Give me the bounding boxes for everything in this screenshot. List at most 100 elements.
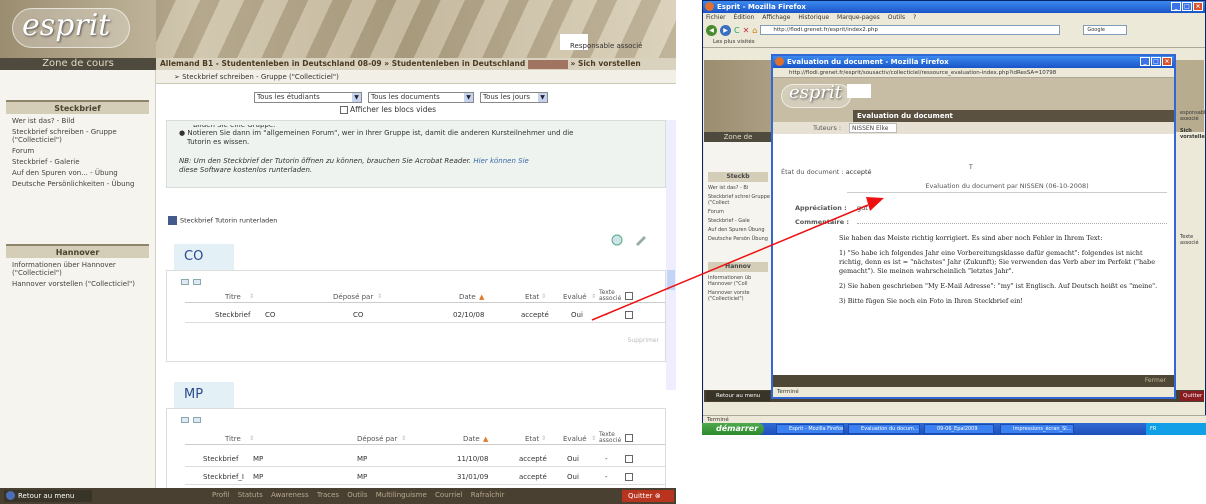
bookmark-most-visited[interactable]: Les plus visités	[713, 39, 755, 45]
reload-icon[interactable]: C	[734, 26, 740, 35]
acrobat-download-link[interactable]: Hier können Sie	[473, 157, 529, 165]
sidebar-item-auf-den-spuren[interactable]: Auf den Spuren von... - Übung	[12, 169, 155, 177]
minimize-button[interactable]: _	[1140, 57, 1150, 66]
col-depose[interactable]: Déposé par	[357, 435, 397, 443]
close-popup-button[interactable]: ×	[1162, 57, 1172, 66]
close-window-button[interactable]: ×	[1193, 2, 1203, 11]
sidebar-item-steckbrief-schreiben[interactable]: Steckbrief schreiben - Gruppe ("Collecti…	[12, 128, 155, 144]
documents-select[interactable]: Tous les documents ▼	[368, 92, 474, 103]
sidebar-item[interactable]: Steckbrief schrei Gruppe ("Collect	[708, 194, 772, 206]
menu-multilinguisme[interactable]: Multilinguisme	[376, 491, 427, 499]
group-tab-co[interactable]: CO	[174, 244, 234, 270]
menu-historique[interactable]: Historique	[798, 14, 829, 21]
row-checkbox[interactable]	[625, 311, 633, 319]
sidebar-item[interactable]: Auf den Spuren Übung	[708, 227, 772, 233]
sidebar-item-galerie[interactable]: Steckbrief - Galerie	[12, 158, 155, 166]
sidebar-item[interactable]: Informationen üb Hannover ("Coll	[708, 275, 772, 287]
menu-rafraichir[interactable]: Rafraîchir	[471, 491, 505, 499]
mail-icon[interactable]	[193, 417, 201, 423]
breadcrumb-current[interactable]: » Sich vorstellen	[571, 59, 641, 68]
table-row[interactable]: Steckbrief MP MP 11/10/08 accepté Oui -	[185, 453, 665, 467]
view-icon[interactable]	[181, 417, 189, 423]
delete-link[interactable]: Supprimer	[628, 337, 659, 344]
taskbar-item[interactable]: Esprit - Mozilla Firefox	[776, 424, 844, 434]
cell-titre[interactable]: Steckbrief	[215, 311, 250, 319]
cell-evalue[interactable]: Oui	[571, 311, 583, 319]
maximize-button[interactable]: □	[1151, 57, 1161, 66]
popup-url[interactable]: http://flodi.grenet.fr/esprit/sousactiv/…	[773, 68, 1174, 78]
stop-icon[interactable]: ✕	[743, 26, 750, 35]
col-evalue[interactable]: Evalué	[563, 293, 587, 301]
table-row[interactable]: Steckbrief_I MP MP 31/01/09 accepté Oui …	[185, 471, 665, 485]
tuteurs-select[interactable]: NISSEN Elke	[849, 123, 897, 133]
cell-evalue[interactable]: Oui	[567, 473, 579, 481]
back-to-menu-button[interactable]: Retour au menu	[4, 490, 92, 502]
attach-icon[interactable]	[634, 234, 648, 246]
sort-icon[interactable]: ⇕	[377, 293, 382, 300]
select-all-checkbox[interactable]	[625, 434, 633, 442]
col-titre[interactable]: Titre	[225, 293, 241, 301]
col-titre[interactable]: Titre	[225, 435, 241, 443]
back-icon[interactable]: ◀	[706, 24, 717, 36]
tutor-steckbrief-download[interactable]: Steckbrief Tutorin runterladen	[168, 216, 277, 225]
taskbar-item[interactable]: Evaluation du docum...	[848, 424, 920, 434]
students-select[interactable]: Tous les étudiants ▼	[254, 92, 362, 103]
menu-profil[interactable]: Profil	[212, 491, 229, 499]
menu-statuts[interactable]: Statuts	[238, 491, 263, 499]
group-tab-mp[interactable]: MP	[174, 382, 234, 408]
sidebar-item-wer-ist-das[interactable]: Wer ist das? - Bild	[12, 117, 155, 125]
scrollbar-thumb[interactable]	[667, 270, 675, 290]
close-link[interactable]: Fermer	[1145, 377, 1166, 384]
show-empty-blocks[interactable]: Afficher les blocs vides	[340, 105, 436, 114]
sidebar-item[interactable]: Forum	[708, 209, 772, 215]
quit-button[interactable]: Quitter ⊗	[622, 490, 674, 502]
home-icon[interactable]: ⌂	[752, 26, 757, 35]
sort-asc-icon[interactable]: ▲	[479, 293, 484, 301]
menu-edition[interactable]: Édition	[734, 14, 755, 21]
taskbar-item[interactable]: Impressions_écran_Sl...	[1000, 424, 1074, 434]
select-all-checkbox[interactable]	[625, 292, 633, 300]
cell-titre[interactable]: Steckbrief_I	[203, 473, 244, 481]
sidebar-item-hannover-vorstellen[interactable]: Hannover vorstellen ("Collecticiel")	[12, 280, 155, 288]
sort-icon[interactable]: ⇕	[591, 435, 596, 442]
scrollbar[interactable]	[666, 120, 676, 390]
sidebar-item[interactable]: Deutsche Persön Übung	[708, 236, 772, 242]
sort-icon[interactable]: ⇕	[401, 435, 406, 442]
forward-icon[interactable]: ▶	[720, 24, 731, 36]
show-empty-blocks-checkbox[interactable]	[340, 106, 348, 114]
col-etat[interactable]: Etat	[525, 435, 539, 443]
sidebar-item[interactable]: Hannover vorste ("Collecticiel")	[708, 290, 772, 302]
mail-icon[interactable]	[193, 279, 201, 285]
col-date[interactable]: Date	[459, 293, 476, 301]
sort-asc-icon[interactable]: ▲	[483, 435, 488, 443]
col-depose[interactable]: Déposé par	[333, 293, 373, 301]
menu-courriel[interactable]: Courriel	[435, 491, 462, 499]
col-date[interactable]: Date	[463, 435, 480, 443]
sidebar-item-forum[interactable]: Forum	[12, 147, 155, 155]
sidebar-item[interactable]: Wer ist das? - Bi	[708, 185, 772, 191]
menu-aide[interactable]: ?	[913, 14, 916, 21]
sort-icon[interactable]: ⇕	[249, 293, 254, 300]
col-evalue[interactable]: Evalué	[563, 435, 587, 443]
menu-marque-pages[interactable]: Marque-pages	[837, 14, 880, 21]
sort-icon[interactable]: ⇕	[541, 293, 546, 300]
refresh-icon[interactable]	[610, 234, 624, 246]
row-checkbox[interactable]	[625, 455, 633, 463]
sidebar-item-deutsche-persoenlichkeiten[interactable]: Deutsche Persönlichkeiten - Übung	[12, 180, 155, 188]
start-button[interactable]: démarrer	[702, 423, 764, 435]
menu-outils[interactable]: Outils	[888, 14, 905, 21]
cell-titre[interactable]: Steckbrief	[203, 455, 238, 463]
taskbar-item[interactable]: 09-06_Epal2009	[924, 424, 994, 434]
menu-outils[interactable]: Outils	[347, 491, 367, 499]
url-bar[interactable]: http://flodi.grenet.fr/esprit/index2.php	[760, 25, 1061, 35]
search-box[interactable]: Google	[1083, 25, 1128, 35]
col-etat[interactable]: Etat	[525, 293, 539, 301]
row-checkbox[interactable]	[625, 473, 633, 481]
sort-icon[interactable]: ⇕	[591, 293, 596, 300]
breadcrumb-path[interactable]: Allemand B1 - Studentenleben in Deutschl…	[160, 59, 525, 68]
sidebar-item-informationen-hannover[interactable]: Informationen über Hannover ("Collectici…	[12, 261, 155, 277]
sidebar-item[interactable]: Steckbrief - Gale	[708, 218, 772, 224]
sort-icon[interactable]: ⇕	[541, 435, 546, 442]
menu-awareness[interactable]: Awareness	[271, 491, 309, 499]
cell-evalue[interactable]: Oui	[567, 455, 579, 463]
